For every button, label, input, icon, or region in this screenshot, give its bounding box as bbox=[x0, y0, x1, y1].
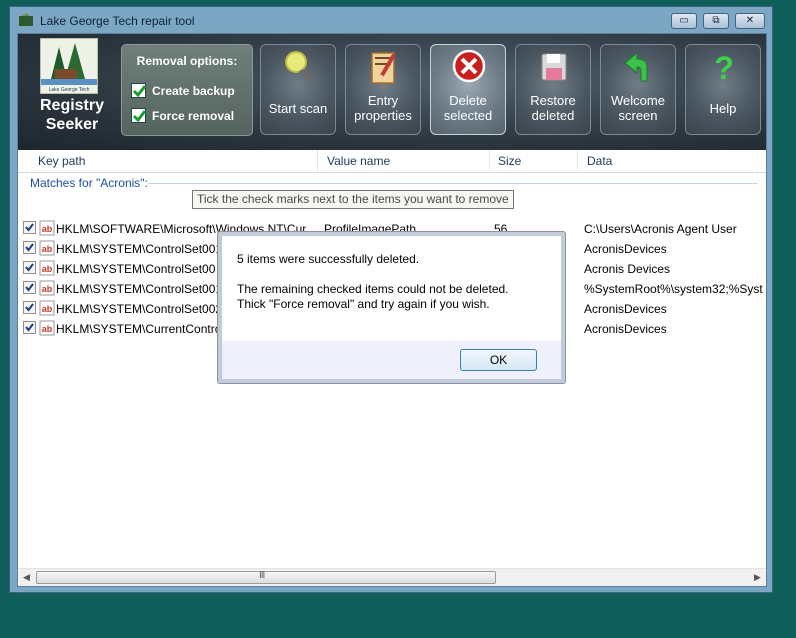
dialog-footer: OK bbox=[222, 341, 561, 379]
window-title: Lake George Tech repair tool bbox=[40, 14, 195, 28]
group-label: Matches for "Acronis": bbox=[30, 176, 148, 190]
app-name: Registry Seeker bbox=[39, 97, 105, 133]
column-divider[interactable] bbox=[489, 150, 490, 172]
dialog-message-failure: The remaining checked items could not be… bbox=[237, 282, 509, 296]
cell-data: AcronisDevices bbox=[584, 302, 667, 316]
column-size[interactable]: Size bbox=[498, 154, 521, 168]
close-icon: ✕ bbox=[745, 15, 755, 26]
removal-options-panel: Removal options: Create backup Force rem… bbox=[121, 44, 253, 136]
cell-data: %SystemRoot%\system32;%Syst bbox=[584, 282, 763, 296]
floppy-disk-icon bbox=[541, 53, 567, 81]
minimize-icon: ▭ bbox=[679, 15, 689, 26]
string-value-icon: ab bbox=[39, 300, 55, 316]
cell-data: AcronisDevices bbox=[584, 322, 667, 336]
welcome-screen-button[interactable]: Welcome screen bbox=[600, 44, 676, 135]
svg-text:?: ? bbox=[714, 50, 734, 85]
tooltip: Tick the check marks next to the items y… bbox=[192, 190, 514, 209]
title-bar[interactable]: Lake George Tech repair tool ▭ ⧉ ✕ bbox=[10, 7, 772, 33]
delete-selected-button[interactable]: Delete selected bbox=[430, 44, 506, 135]
string-value-icon: ab bbox=[39, 320, 55, 336]
group-divider bbox=[148, 183, 758, 184]
row-checkbox[interactable] bbox=[23, 241, 36, 254]
check-icon bbox=[132, 110, 147, 123]
ok-button[interactable]: OK bbox=[460, 349, 537, 371]
cell-data: Acronis Devices bbox=[584, 262, 671, 276]
close-window-button[interactable]: ✕ bbox=[735, 13, 765, 29]
maximize-button[interactable]: ⧉ bbox=[703, 13, 729, 29]
column-divider[interactable] bbox=[317, 150, 318, 172]
row-checkbox[interactable] bbox=[23, 261, 36, 274]
question-mark-icon: ? bbox=[714, 50, 734, 85]
cell-data: C:\Users\Acronis Agent User bbox=[584, 222, 737, 236]
check-icon bbox=[25, 283, 34, 292]
entry-properties-button[interactable]: Entry properties bbox=[345, 44, 421, 135]
back-arrow-icon bbox=[624, 51, 648, 82]
scroll-left-icon[interactable]: ◀ bbox=[23, 572, 30, 583]
check-icon bbox=[25, 263, 34, 272]
toolbar-banner: Lake George Tech Registry Seeker Removal … bbox=[18, 34, 766, 150]
create-backup-checkbox[interactable] bbox=[131, 83, 147, 98]
list-header: Key path Value name Size Data bbox=[18, 150, 766, 173]
string-value-icon: ab bbox=[39, 240, 55, 256]
check-icon bbox=[25, 303, 34, 312]
app-icon bbox=[19, 13, 33, 26]
string-value-icon: ab bbox=[39, 260, 55, 276]
minimize-button[interactable]: ▭ bbox=[671, 13, 697, 29]
check-icon bbox=[132, 85, 147, 98]
row-checkbox[interactable] bbox=[23, 321, 36, 334]
row-checkbox[interactable] bbox=[23, 301, 36, 314]
svg-text:ab: ab bbox=[42, 324, 53, 334]
column-key-path[interactable]: Key path bbox=[38, 154, 85, 168]
svg-text:ab: ab bbox=[42, 284, 53, 294]
check-icon bbox=[25, 243, 34, 252]
lake-george-tech-logo: Lake George Tech bbox=[40, 38, 98, 94]
start-scan-button[interactable]: Start scan bbox=[260, 44, 336, 135]
grip-icon: III bbox=[259, 570, 265, 581]
svg-text:ab: ab bbox=[42, 224, 53, 234]
help-button[interactable]: ? Help bbox=[685, 44, 761, 135]
magnifier-icon bbox=[285, 51, 312, 83]
column-divider[interactable] bbox=[577, 150, 578, 172]
message-dialog: 5 items were successfully deleted. The r… bbox=[217, 231, 566, 384]
row-checkbox[interactable] bbox=[23, 281, 36, 294]
svg-text:ab: ab bbox=[42, 244, 53, 254]
cell-data: AcronisDevices bbox=[584, 242, 667, 256]
scrollbar-thumb[interactable]: III bbox=[36, 570, 496, 584]
dialog-message-success: 5 items were successfully deleted. bbox=[237, 252, 420, 266]
string-value-icon: ab bbox=[39, 220, 55, 236]
force-removal-checkbox[interactable] bbox=[131, 108, 147, 123]
horizontal-scrollbar[interactable]: ◀ III ▶ bbox=[18, 568, 766, 586]
svg-text:ab: ab bbox=[42, 264, 53, 274]
column-data[interactable]: Data bbox=[587, 154, 612, 168]
dialog-message-hint: Thick "Force removal" and try again if y… bbox=[237, 297, 490, 311]
delete-icon bbox=[452, 49, 486, 83]
restore-icon: ⧉ bbox=[712, 15, 720, 26]
brand: Lake George Tech Registry Seeker bbox=[24, 36, 120, 144]
logo-text: Lake George Tech bbox=[49, 87, 90, 93]
scroll-right-icon[interactable]: ▶ bbox=[754, 572, 761, 583]
svg-text:ab: ab bbox=[42, 304, 53, 314]
check-icon bbox=[25, 323, 34, 332]
dialog-body: 5 items were successfully deleted. The r… bbox=[222, 236, 561, 341]
column-value-name[interactable]: Value name bbox=[327, 154, 390, 168]
restore-deleted-button[interactable]: Restore deleted bbox=[515, 44, 591, 135]
check-icon bbox=[25, 223, 34, 232]
row-checkbox[interactable] bbox=[23, 221, 36, 234]
string-value-icon: ab bbox=[39, 280, 55, 296]
removal-options-title: Removal options: bbox=[136, 54, 238, 68]
clipboard-icon bbox=[371, 52, 396, 84]
